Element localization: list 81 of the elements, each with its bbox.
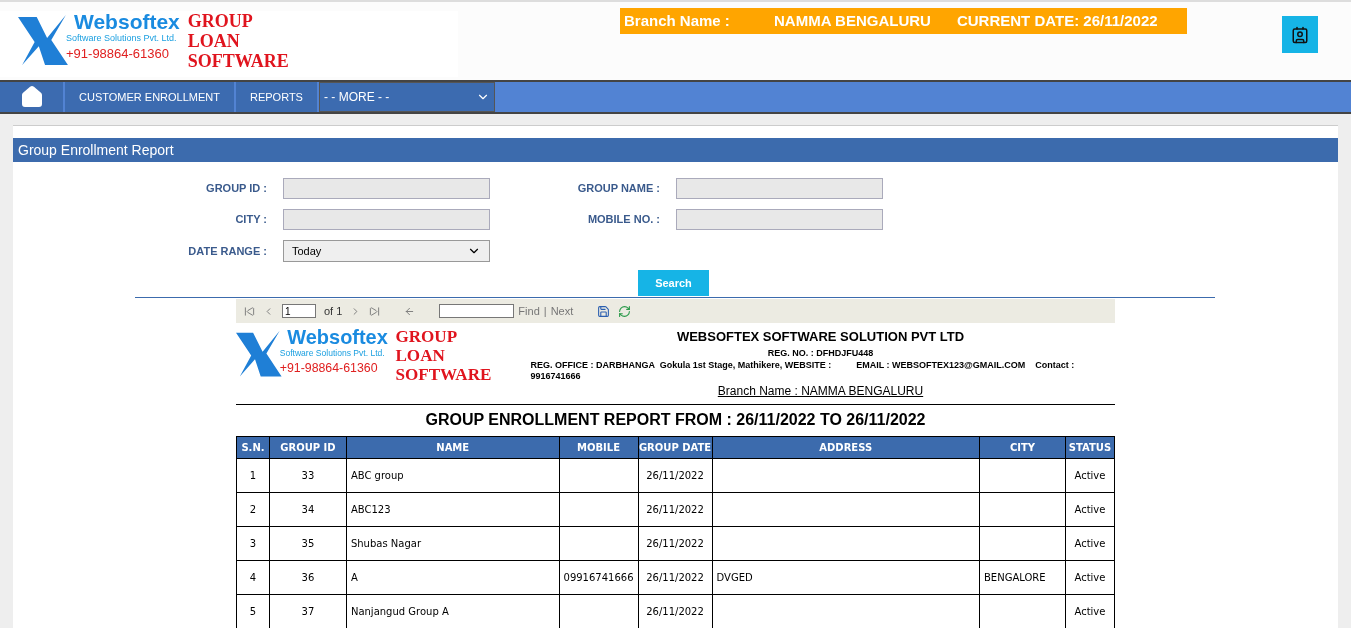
table-cell: 5 <box>236 594 270 628</box>
find-link[interactable]: Find <box>518 302 540 320</box>
next-link[interactable]: Next <box>550 302 574 320</box>
panel-title-bar: Group Enrollment Report <box>13 138 1338 162</box>
branch-name: NAMMA BENGALURU <box>774 10 931 31</box>
logo-phone: +91-98864-61360 <box>66 47 170 60</box>
last-page-icon[interactable] <box>369 305 381 317</box>
page-count: of 1 <box>324 303 343 319</box>
logo-tagline: Software Solutions Pvt. Ltd. <box>279 348 386 358</box>
find-field[interactable] <box>439 304 515 318</box>
report-branch: Branch Name : NAMMA BENGALURU <box>717 383 924 400</box>
table-cell: 3 <box>236 526 270 561</box>
contact-book-icon <box>1291 25 1309 44</box>
home-button[interactable] <box>0 82 65 112</box>
table-cell: ABC123 <box>346 492 560 527</box>
column-header: S.N. <box>236 436 270 459</box>
logo-product-text: LOAN <box>187 31 241 51</box>
contact-button[interactable] <box>1282 16 1318 53</box>
nav-item[interactable]: CUSTOMER ENROLLMENT <box>65 82 236 112</box>
company-name: WEBSOFTEX SOFTWARE SOLUTION PVT LTD <box>676 328 965 346</box>
table-cell: A <box>346 560 560 595</box>
column-header: NAME <box>346 436 560 459</box>
table-cell: Shubas Nagar <box>346 526 560 561</box>
text-input-field[interactable] <box>283 209 490 230</box>
column-header: STATUS <box>1065 436 1115 459</box>
field-label: GROUP ID : <box>205 181 267 197</box>
text-input-field[interactable] <box>283 178 490 199</box>
table-cell: 36 <box>269 560 347 595</box>
table-cell: 35 <box>269 526 347 561</box>
logo-product-text: GROUP <box>187 11 254 31</box>
logo-product-text: SOFTWARE <box>187 51 289 71</box>
report-title: GROUP ENROLLMENT REPORT FROM : 26/11/2022 TO 26/11/2022 <box>424 410 927 430</box>
table-cell: Active <box>1065 458 1115 493</box>
office-address: REG. OFFICE : DARBHANGA Gokula 1st Stage, Mathikere, WEBSITE : EMAIL : WEBSOFTEX123@GMAIL.COM Contact : 9916741666 <box>530 360 1076 382</box>
column-header: MOBILE <box>559 436 639 459</box>
table-cell: Active <box>1065 526 1115 561</box>
nav-item[interactable]: REPORTS <box>236 82 319 112</box>
logo-product-text: LOAN <box>395 346 446 365</box>
table-cell: DVGED <box>712 560 980 595</box>
first-page-icon[interactable] <box>244 305 255 317</box>
table-cell: 26/11/2022 <box>638 526 712 561</box>
logo-tagline: Software Solutions Pvt. Ltd. <box>66 34 178 43</box>
back-arrow-icon[interactable] <box>404 305 416 317</box>
branch-label: Branch Name : <box>624 10 731 31</box>
text-input-field[interactable] <box>676 209 883 230</box>
field-label: MOBILE NO. : <box>586 212 660 228</box>
logo-phone: +91-98864-61360 <box>279 361 379 374</box>
save-icon[interactable] <box>597 304 611 318</box>
column-header: ADDRESS <box>712 436 980 459</box>
logo-brand: Websoftex <box>74 11 180 32</box>
logo-brand: Websoftex <box>287 327 388 347</box>
table-cell: 34 <box>269 492 347 527</box>
column-header: GROUP ID <box>269 436 347 459</box>
table-cell: ABC group <box>346 458 560 493</box>
logo-product-text: SOFTWARE <box>395 365 492 384</box>
separator-text: | <box>543 303 547 319</box>
table-cell: 26/11/2022 <box>638 492 712 527</box>
field-label: GROUP NAME : <box>576 181 660 197</box>
table-cell: 09916741666 <box>559 560 639 595</box>
text-input-field[interactable] <box>676 178 883 199</box>
field-label: DATE RANGE : <box>187 243 267 259</box>
refresh-icon[interactable] <box>618 304 632 318</box>
logo-product-text: GROUP <box>395 327 459 346</box>
date-range-select[interactable]: Today <box>283 240 490 262</box>
table-cell: 26/11/2022 <box>638 458 712 493</box>
table-cell: Active <box>1065 492 1115 527</box>
more-select[interactable]: - - MORE - - <box>318 82 495 112</box>
table-cell: 2 <box>236 492 270 527</box>
column-header: CITY <box>979 436 1066 459</box>
reg-number: REG. NO. : DFHDJFU448 <box>767 346 874 360</box>
table-cell: Active <box>1065 560 1115 595</box>
table-cell: 26/11/2022 <box>638 560 712 595</box>
field-label: CITY : <box>234 212 267 228</box>
column-header: GROUP DATE <box>638 436 712 459</box>
table-cell: 33 <box>269 458 347 493</box>
table-cell: BENGALORE <box>979 560 1066 595</box>
current-date: CURRENT DATE: 26/11/2022 <box>956 10 1158 31</box>
home-icon <box>19 85 44 109</box>
table-cell: 1 <box>236 458 270 493</box>
page-number-field[interactable]: 1 <box>282 304 316 318</box>
table-cell: 4 <box>236 560 270 595</box>
